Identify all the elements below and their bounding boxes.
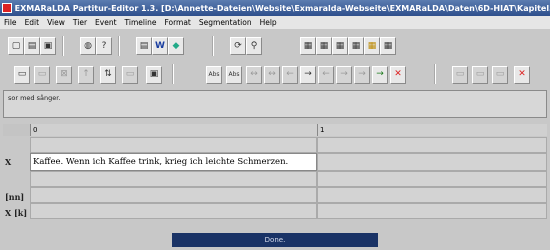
extend-right-icon[interactable]: → xyxy=(300,65,316,84)
tier-settings-icon[interactable]: ▣ xyxy=(146,65,162,84)
empty-cell[interactable] xyxy=(317,153,547,171)
menu-bar: File Edit View Tier Event Timeline Forma… xyxy=(0,16,550,29)
empty-cell[interactable] xyxy=(317,187,547,203)
remove-tier-icon: ▭ xyxy=(34,65,50,84)
split-event-icon: ↔ xyxy=(264,65,280,84)
separator xyxy=(434,64,436,84)
shrink-right-icon: → xyxy=(336,65,352,84)
add-tier-icon[interactable]: ▭ xyxy=(14,65,30,84)
tier-props-icon: ▭ xyxy=(122,65,138,84)
globe-icon[interactable]: ◍ xyxy=(80,37,96,55)
merge-events-icon: ↔ xyxy=(246,65,262,84)
shift-left-abs-icon[interactable]: Abs xyxy=(206,65,222,84)
word-export-icon[interactable]: W xyxy=(152,37,168,55)
timeline-insert-icon: ▭ xyxy=(452,65,468,84)
separator xyxy=(118,36,120,56)
open-file-icon[interactable]: ▤ xyxy=(24,37,40,55)
timeline-corner xyxy=(3,124,30,136)
spacer-row xyxy=(30,137,547,153)
tier-label-x[interactable]: X xyxy=(3,157,30,167)
layout-icon-2[interactable]: ▦ xyxy=(316,37,332,55)
spacer-row xyxy=(30,171,547,187)
app-icon xyxy=(2,3,12,13)
window-title: EXMARaLDA Partitur-Editor 1.3. [D:\Annet… xyxy=(14,3,550,13)
empty-cell xyxy=(30,171,317,187)
insert-event-icon[interactable]: → xyxy=(372,65,388,84)
menu-file[interactable]: File xyxy=(4,18,17,27)
timeline-header: 0 1 xyxy=(3,124,547,136)
event-cell[interactable]: Kaffee. Wenn ich Kaffee trink, krieg ich… xyxy=(30,153,317,171)
main-toolbar: ▢ ▤ ▣ ◍ ? ▤ W ◆ ⟳ ⚲ ▦ ▦ ▦ ▦ ▦ ▦ xyxy=(0,31,550,61)
timeline-edit-icon: ▭ xyxy=(492,65,508,84)
timeline-point-0[interactable]: 0 xyxy=(30,124,317,136)
menu-event[interactable]: Event xyxy=(95,18,117,27)
separator xyxy=(172,64,174,84)
menu-help[interactable]: Help xyxy=(260,18,277,27)
menu-view[interactable]: View xyxy=(47,18,65,27)
menu-format[interactable]: Format xyxy=(164,18,190,27)
shrink-left-icon: ← xyxy=(318,65,334,84)
timeline-point-1[interactable]: 1 xyxy=(317,124,547,136)
layout-icon-5[interactable]: ▦ xyxy=(364,37,380,55)
event-cell[interactable] xyxy=(30,203,317,219)
layout-icon-3[interactable]: ▦ xyxy=(332,37,348,55)
layout-icon-6[interactable]: ▦ xyxy=(380,37,396,55)
menu-edit[interactable]: Edit xyxy=(25,18,40,27)
timeline-append-icon: ▭ xyxy=(472,65,488,84)
zoom-icon[interactable]: ⚲ xyxy=(246,37,262,55)
layout-icon-1[interactable]: ▦ xyxy=(300,37,316,55)
empty-cell[interactable] xyxy=(317,203,547,219)
title-bar: EXMARaLDA Partitur-Editor 1.3. [D:\Annet… xyxy=(0,0,550,16)
refresh-icon[interactable]: ⟳ xyxy=(230,37,246,55)
web-export-icon[interactable]: ◆ xyxy=(168,37,184,55)
change-tier-order-icon[interactable]: ⇅ xyxy=(100,65,116,84)
tier-row-xk xyxy=(30,203,547,219)
status-bar: Done. xyxy=(172,233,378,247)
tier-row-nn xyxy=(30,187,547,203)
event-edit-field[interactable]: sor med sånger. xyxy=(3,90,547,118)
new-file-icon[interactable]: ▢ xyxy=(8,37,24,55)
tier-label-xk[interactable]: X [k] xyxy=(3,208,30,218)
empty-cell xyxy=(30,137,317,153)
layout-icon-4[interactable]: ▦ xyxy=(348,37,364,55)
event-cell[interactable] xyxy=(30,187,317,203)
delete-tier-icon: ⊠ xyxy=(56,65,72,84)
separator xyxy=(62,36,64,56)
help-icon[interactable]: ? xyxy=(96,37,112,55)
edit-toolbar: ▭ ▭ ⊠ ↑ ⇅ ▭ ▣ Abs Abs ↔ ↔ ← → ← → → → ✕ … xyxy=(0,62,550,87)
extend-left-icon: ← xyxy=(282,65,298,84)
tier-label-nn[interactable]: [nn] xyxy=(3,192,30,202)
menu-segmentation[interactable]: Segmentation xyxy=(199,18,252,27)
shift-right-abs-icon[interactable]: Abs xyxy=(226,65,242,84)
move-tier-up-icon: ↑ xyxy=(78,65,94,84)
tier-row-x: Kaffee. Wenn ich Kaffee trink, krieg ich… xyxy=(30,153,547,171)
menu-timeline[interactable]: Timeline xyxy=(125,18,157,27)
move-event-icon: → xyxy=(354,65,370,84)
empty-cell xyxy=(317,171,547,187)
partitur-editor: 0 1 X Kaffee. Wenn ich Kaffee trink, kri… xyxy=(3,121,547,227)
save-file-icon[interactable]: ▣ xyxy=(40,37,56,55)
menu-tier[interactable]: Tier xyxy=(73,18,87,27)
document-icon[interactable]: ▤ xyxy=(136,37,152,55)
timeline-delete-icon[interactable]: ✕ xyxy=(514,65,530,84)
empty-cell xyxy=(317,137,547,153)
separator xyxy=(212,36,214,56)
delete-event-icon[interactable]: ✕ xyxy=(390,65,406,84)
